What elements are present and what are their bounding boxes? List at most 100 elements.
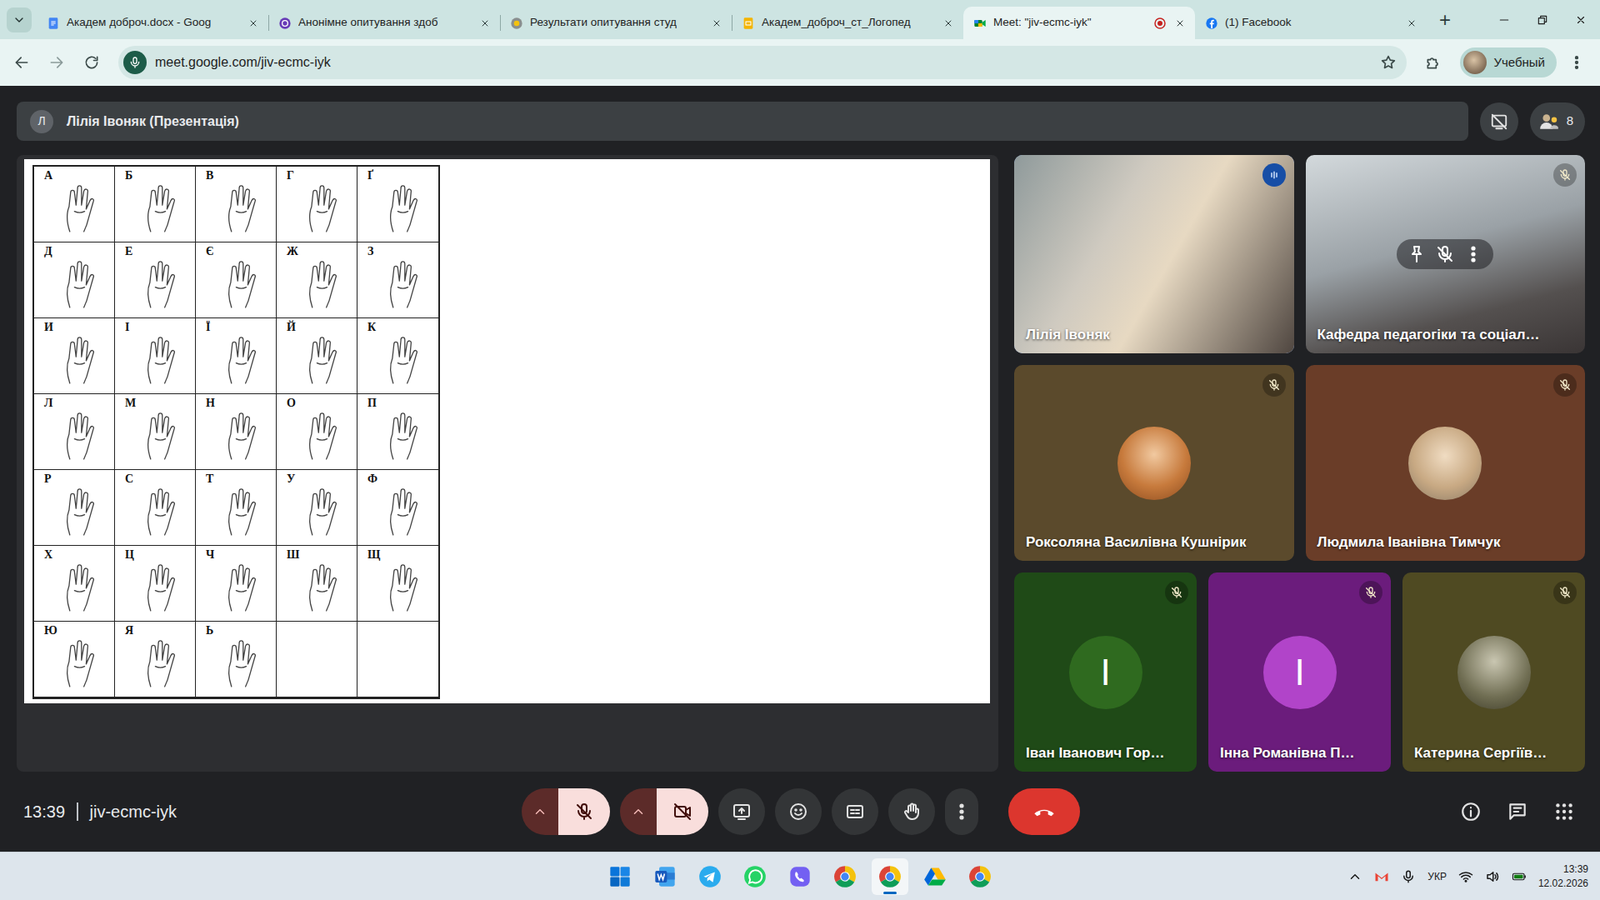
avatar: І	[1263, 635, 1337, 710]
captions-button[interactable]	[831, 788, 879, 835]
wifi-icon[interactable]	[1458, 869, 1474, 885]
browser-tab[interactable]: Анонімне опитування здоб	[268, 6, 500, 40]
browser-tab[interactable]: Результати опитування студ	[500, 6, 732, 40]
mic-off-icon	[574, 801, 595, 822]
participant-tile[interactable]: Людмила Іванівна Тимчук	[1305, 365, 1586, 561]
clock[interactable]: 13:3912.02.2026	[1538, 862, 1589, 890]
chrome-icon	[968, 865, 992, 889]
taskbar-app[interactable]	[961, 858, 999, 895]
sign-letter: Х	[44, 548, 53, 561]
volume-icon[interactable]	[1485, 869, 1500, 885]
hide-presentation-button[interactable]	[1480, 102, 1519, 141]
mute-indicator	[1553, 373, 1577, 398]
control-buttons	[521, 788, 1080, 835]
close-window-button[interactable]	[1561, 0, 1600, 40]
mic-in-use-icon[interactable]	[123, 50, 147, 75]
minimize-button[interactable]	[1485, 0, 1524, 40]
url-text[interactable]: meet.google.com/jiv-ecmc-iyk	[155, 52, 1372, 73]
taskbar-app[interactable]	[871, 858, 909, 895]
meet-main: АБВГҐДЕЄЖЗИІЇЙКЛМНОПРСТУФХЦЧШЩЮЯЬЛілія І…	[16, 155, 1585, 772]
taskbar-app[interactable]	[781, 858, 819, 895]
mic-off-icon[interactable]	[1435, 244, 1455, 265]
info-icon[interactable]	[1460, 800, 1482, 823]
show-hidden-icons-icon[interactable]	[1347, 869, 1363, 885]
browser-tab[interactable]: Meet: "jiv-ecmc-iyk"	[963, 6, 1195, 40]
taskbar-app[interactable]	[916, 858, 954, 895]
pin-icon[interactable]	[1406, 244, 1427, 265]
sign-letter: Д	[44, 245, 53, 258]
address-bar[interactable]: meet.google.com/jiv-ecmc-iyk	[118, 45, 1407, 80]
present-button[interactable]	[718, 788, 765, 835]
taskbar-app[interactable]	[826, 858, 864, 895]
gmail-icon[interactable]	[1374, 869, 1390, 885]
speaking-indicator	[1262, 163, 1286, 189]
taskbar-app[interactable]	[691, 858, 729, 895]
telegram-icon	[698, 865, 722, 889]
bookmark-star-icon[interactable]	[1380, 54, 1397, 71]
more-icon[interactable]	[1463, 244, 1484, 265]
participant-tile[interactable]: ІІван Іванович Гор…	[1014, 572, 1197, 772]
close-tab-icon[interactable]	[941, 16, 955, 30]
taskbar-app[interactable]	[736, 858, 774, 895]
clock-date: 12.02.2026	[1538, 876, 1589, 890]
browser-tab[interactable]: Академ_доброч_ст_Логопед	[731, 6, 964, 40]
taskbar-app[interactable]	[646, 858, 684, 895]
close-tab-icon[interactable]	[710, 16, 724, 30]
sign-cell: Ї	[195, 318, 277, 395]
participant-tile[interactable]: Роксоляна Василівна Кушнірик	[1014, 365, 1295, 561]
viber-icon	[788, 865, 812, 889]
reload-button[interactable]	[76, 47, 107, 78]
microphone-options-button[interactable]	[521, 788, 559, 835]
leave-call-button[interactable]	[1008, 788, 1080, 835]
input-language[interactable]: УКР	[1427, 869, 1447, 885]
restore-button[interactable]	[1523, 0, 1562, 40]
close-tab-icon[interactable]	[246, 16, 260, 30]
sign-letter: И	[44, 320, 54, 334]
participants-button[interactable]: 8	[1530, 102, 1585, 141]
new-tab-button[interactable]: +	[1430, 5, 1460, 35]
microphone-button[interactable]	[558, 788, 610, 835]
tile-hover-controls	[1396, 239, 1494, 270]
sign-cell: Б	[115, 166, 196, 243]
hand-sign-icon	[298, 178, 345, 237]
sign-letter: Н	[205, 396, 215, 410]
participants-count: 8	[1566, 111, 1574, 131]
sign-letter: У	[286, 472, 295, 485]
hand-sign-icon	[217, 557, 265, 616]
taskbar-app[interactable]	[601, 858, 639, 895]
sign-cell: З	[357, 242, 439, 319]
battery-icon[interactable]	[1511, 869, 1527, 885]
close-tab-icon[interactable]	[1405, 16, 1419, 30]
participant-tile[interactable]: Кафедра педагогіки та соціал…	[1305, 155, 1586, 354]
more-options-button[interactable]	[945, 788, 979, 835]
screen: Академ доброч.docx - GoogАнонімне опитув…	[0, 0, 1600, 900]
browser-tab[interactable]: (1) Facebook	[1195, 6, 1427, 40]
participant-tile[interactable]: ІІнна Романівна П…	[1208, 572, 1391, 772]
forward-button[interactable]	[41, 47, 72, 78]
sign-cell: Е	[115, 242, 196, 319]
activities-grid-icon[interactable]	[1553, 800, 1575, 823]
mute-indicator	[1359, 580, 1383, 605]
browser-menu-button[interactable]	[1561, 47, 1592, 78]
camera-options-button[interactable]	[620, 788, 657, 835]
participant-tile[interactable]: Катерина Сергіїв…	[1402, 572, 1585, 772]
reactions-button[interactable]	[775, 788, 822, 835]
extensions-button[interactable]	[1418, 47, 1449, 78]
sign-letter: М	[125, 396, 136, 410]
tab-title: Академ_доброч_ст_Логопед	[761, 14, 935, 31]
close-tab-icon[interactable]	[478, 16, 492, 30]
hand-sign-icon	[298, 254, 345, 313]
sign-cell	[357, 621, 439, 698]
close-tab-icon[interactable]	[1173, 16, 1187, 30]
sign-cell: П	[357, 394, 439, 470]
tab-search-icon[interactable]	[6, 7, 32, 33]
tile-status	[1553, 373, 1577, 398]
participant-tile[interactable]: Лілія Івоняк	[1014, 155, 1295, 354]
raise-hand-button[interactable]	[888, 788, 935, 835]
profile-chip[interactable]: Учебный	[1460, 47, 1557, 78]
camera-button[interactable]	[656, 788, 709, 835]
chat-icon[interactable]	[1506, 800, 1529, 823]
browser-tab[interactable]: Академ доброч.docx - Goog	[36, 6, 269, 40]
back-button[interactable]	[6, 47, 37, 78]
microphone-icon[interactable]	[1400, 869, 1416, 885]
